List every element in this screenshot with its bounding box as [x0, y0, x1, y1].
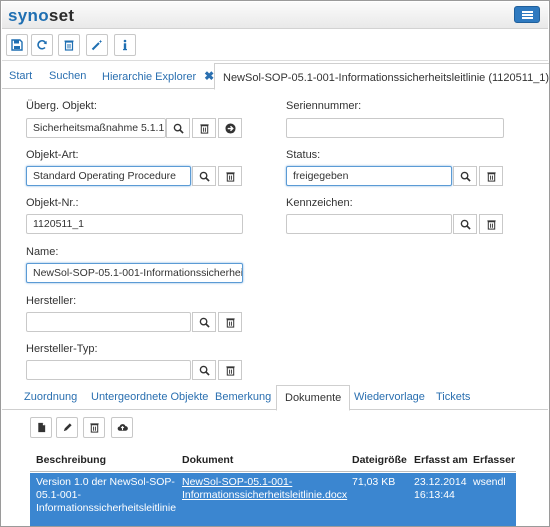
tab-documents[interactable]: Dokumente [276, 385, 351, 411]
save-button[interactable] [6, 34, 28, 56]
column-header-file-size[interactable]: Dateigröße [352, 449, 407, 471]
mark-search-button[interactable] [453, 214, 477, 234]
name-field[interactable]: NewSol-SOP-05.1-001-Informationssicherhe… [26, 263, 243, 283]
trash-icon [64, 40, 74, 51]
serial-number-field[interactable] [286, 118, 504, 138]
tab-search[interactable]: Suchen [49, 63, 86, 89]
serial-number-label: Seriennummer: [286, 100, 362, 112]
search-icon [199, 171, 210, 182]
trash-icon [486, 171, 496, 182]
column-header-captured-at[interactable]: Erfasst am [414, 449, 468, 471]
cloud-upload-icon [117, 424, 128, 431]
manufacturer-clear-button[interactable] [218, 312, 242, 332]
object-number-field[interactable]: 1120511_1 [26, 214, 243, 234]
search-icon [460, 171, 471, 182]
close-tab-icon[interactable]: ✖ [204, 63, 214, 89]
manufacturer-search-button[interactable] [192, 312, 216, 332]
cell-captured-by: wsendl [473, 476, 506, 488]
trash-icon [225, 365, 235, 376]
status-clear-button[interactable] [479, 166, 503, 186]
magic-wand-icon [91, 39, 103, 51]
cell-description: Version 1.0 der NewSol-SOP- 05.1-001- In… [36, 476, 177, 514]
manufacturer-type-clear-button[interactable] [218, 360, 242, 380]
new-document-button[interactable] [30, 417, 52, 438]
parent-search-button[interactable] [166, 118, 190, 138]
name-label: Name: [26, 246, 59, 258]
search-icon [460, 219, 471, 230]
info-button[interactable] [114, 34, 136, 56]
pencil-icon [63, 423, 72, 432]
parent-object-field[interactable]: Sicherheitsmaßnahme 5.1.1 - Ii [26, 118, 166, 138]
app-window: synoset Start Suchen Hierarchie Explorer… [0, 0, 550, 527]
detail-tab-bar: Zuordnung Untergeordnete Objekte Bemerku… [2, 385, 548, 411]
table-row[interactable]: Version 1.0 der NewSol-SOP- 05.1-001- In… [30, 473, 516, 526]
column-header-document[interactable]: Dokument [182, 449, 233, 471]
main-tab-bar: Start Suchen Hierarchie Explorer ✖ NewSol… [2, 63, 549, 90]
info-icon [123, 39, 127, 51]
type-clear-button[interactable] [218, 166, 242, 186]
trash-icon [89, 423, 99, 433]
refresh-button[interactable] [31, 34, 53, 56]
trash-icon [225, 317, 235, 328]
menu-bar [522, 11, 533, 13]
document-link[interactable]: NewSol-SOP-05.1-001- Informationssicherh… [182, 476, 352, 502]
file-icon [37, 422, 45, 433]
edit-button[interactable] [86, 34, 108, 56]
tab-follow-up[interactable]: Wiedervorlage [354, 385, 425, 410]
header-divider [30, 471, 516, 472]
edit-document-button[interactable] [56, 417, 78, 438]
parent-object-label: Überg. Objekt: [26, 100, 97, 112]
column-header-description[interactable]: Beschreibung [36, 449, 106, 471]
status-field[interactable]: freigegeben [286, 166, 452, 186]
app-header: synoset [2, 2, 548, 29]
upload-document-button[interactable] [111, 417, 133, 438]
column-header-captured-by[interactable]: Erfasser [473, 449, 515, 471]
refresh-icon [37, 40, 47, 50]
manufacturer-type-label: Hersteller-Typ: [26, 343, 98, 355]
arrow-right-circle-icon [224, 122, 236, 134]
menu-bar [522, 17, 533, 19]
cell-captured-at: 23.12.2014 16:13:44 [414, 476, 467, 501]
tab-tickets[interactable]: Tickets [436, 385, 470, 410]
tab-assignment[interactable]: Zuordnung [24, 385, 77, 410]
object-type-field[interactable]: Standard Operating Procedure [26, 166, 191, 186]
search-icon [199, 317, 210, 328]
status-search-button[interactable] [453, 166, 477, 186]
parent-clear-button[interactable] [192, 118, 216, 138]
manufacturer-type-search-button[interactable] [192, 360, 216, 380]
tab-object-detail[interactable]: NewSol-SOP-05.1-001-Informationssicherhe… [214, 63, 549, 90]
tab-hierarchy-explorer[interactable]: Hierarchie Explorer ✖ [102, 63, 214, 89]
tab-child-objects[interactable]: Untergeordnete Objekte [91, 385, 208, 410]
documents-table: Beschreibung Dokument Dateigröße Erfasst… [30, 449, 516, 526]
mark-field[interactable] [286, 214, 452, 234]
delete-button[interactable] [58, 34, 80, 56]
search-icon [173, 123, 184, 134]
delete-document-button[interactable] [83, 417, 105, 438]
manufacturer-type-field[interactable] [26, 360, 191, 380]
main-toolbar [2, 29, 548, 61]
trash-icon [486, 219, 496, 230]
manufacturer-label: Hersteller: [26, 295, 77, 307]
object-number-label: Objekt-Nr.: [26, 197, 79, 209]
search-icon [199, 365, 210, 376]
save-icon [11, 39, 23, 51]
mark-clear-button[interactable] [479, 214, 503, 234]
mark-label: Kennzeichen: [286, 197, 353, 209]
hamburger-menu-button[interactable] [514, 6, 540, 23]
manufacturer-field[interactable] [26, 312, 191, 332]
tab-remark[interactable]: Bemerkung [215, 385, 271, 410]
parent-open-button[interactable] [218, 118, 242, 138]
logo: synoset [8, 6, 75, 25]
cell-file-size: 71,03 KB [352, 476, 396, 488]
tab-start[interactable]: Start [9, 63, 32, 89]
object-type-label: Objekt-Art: [26, 149, 79, 161]
trash-icon [225, 171, 235, 182]
type-search-button[interactable] [192, 166, 216, 186]
menu-bar [522, 14, 533, 16]
trash-icon [199, 123, 209, 134]
status-label: Status: [286, 149, 321, 161]
